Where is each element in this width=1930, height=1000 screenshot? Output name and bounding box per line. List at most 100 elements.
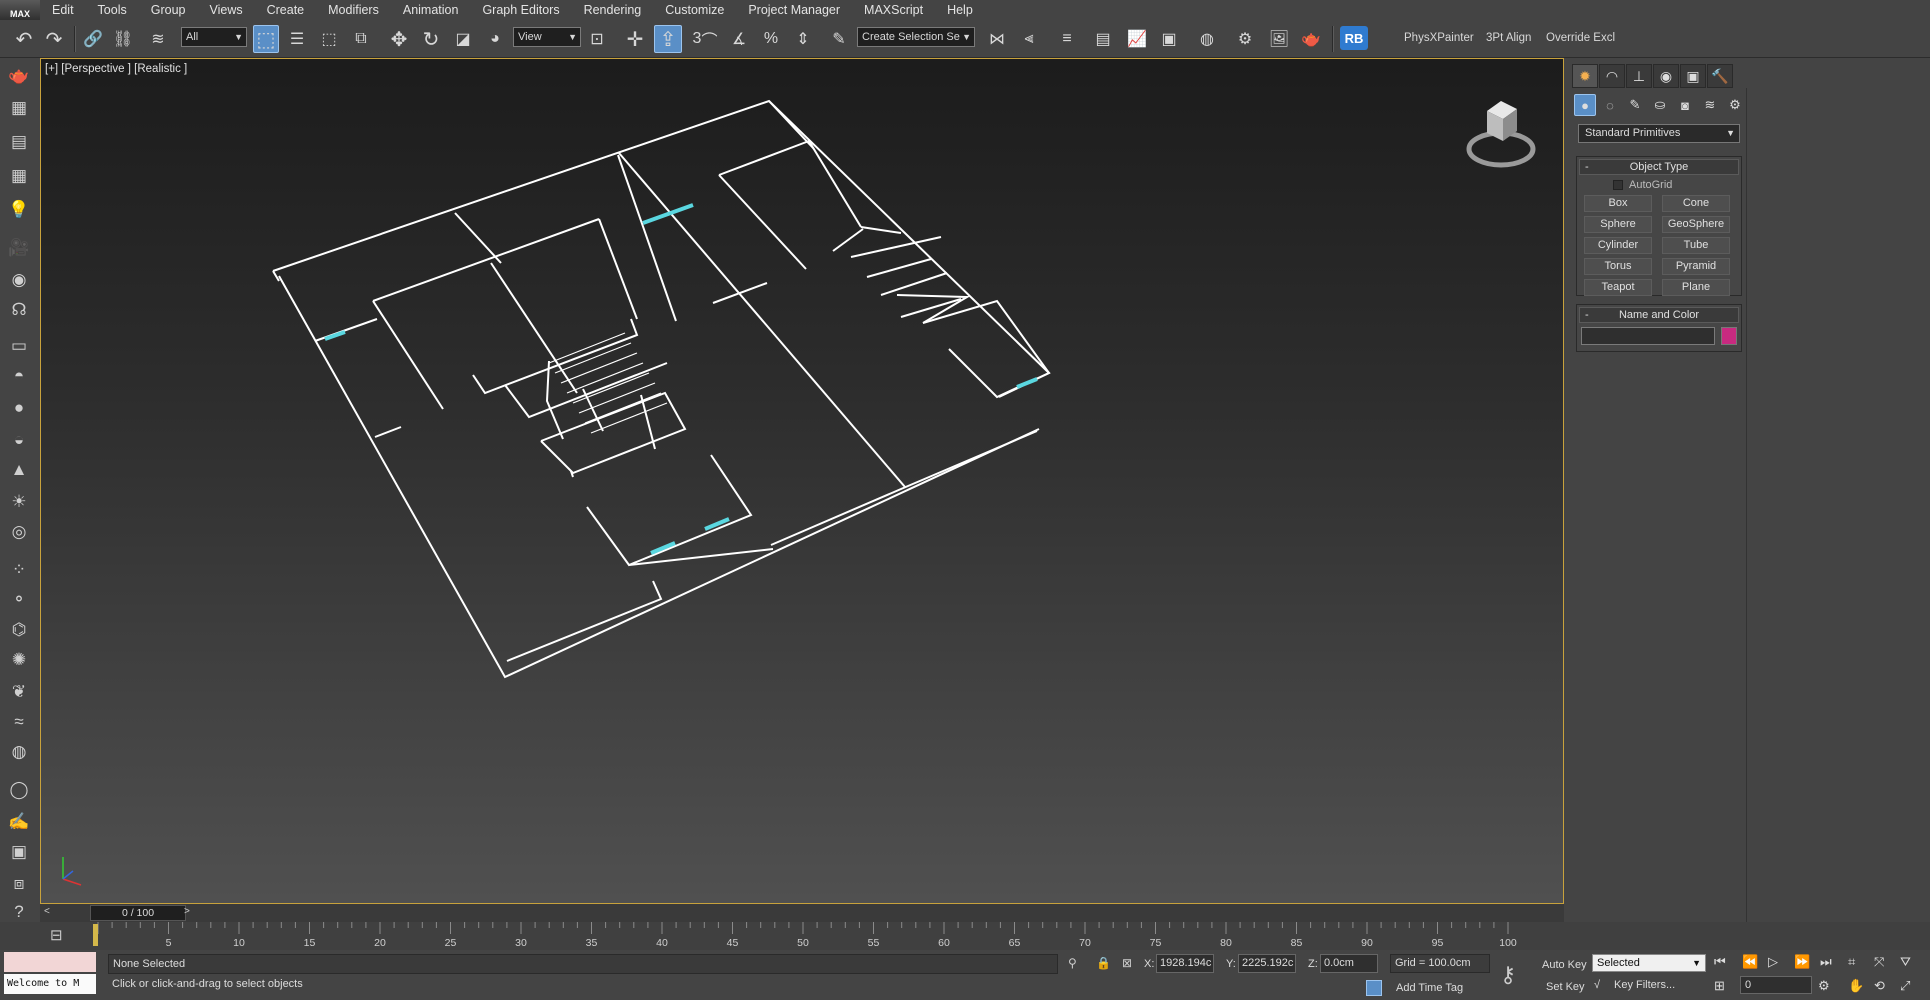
window-crossing-icon[interactable]: ⧉: [348, 25, 374, 53]
pyramid-button[interactable]: Pyramid: [1662, 258, 1730, 275]
wall-line[interactable]: [640, 394, 656, 450]
gear-ball-icon[interactable]: ✺: [6, 648, 32, 672]
table-icon[interactable]: ▦: [6, 164, 32, 188]
pivot-center-icon[interactable]: ⊡: [584, 25, 610, 53]
grid-dots-icon[interactable]: ⁘: [6, 558, 32, 582]
auto-key-button[interactable]: Auto Key: [1542, 956, 1587, 974]
wall-line[interactable]: [372, 300, 444, 410]
maxscript-listener-output[interactable]: Welcome to M: [4, 974, 96, 994]
menu-customize[interactable]: Customize: [653, 0, 736, 20]
window-mark[interactable]: [704, 517, 730, 531]
menu-views[interactable]: Views: [197, 0, 254, 20]
3pt-align-button[interactable]: 3Pt Align: [1486, 32, 1531, 44]
display-tab-icon[interactable]: ▣: [1680, 64, 1706, 88]
maximize-viewport-icon[interactable]: ⤢: [1900, 978, 1910, 994]
helpers-icon[interactable]: ◙: [1674, 94, 1696, 116]
window-mark[interactable]: [642, 203, 694, 225]
wall-line[interactable]: [504, 362, 668, 419]
modify-tab-icon[interactable]: ◠: [1599, 64, 1625, 88]
key-curve-icon[interactable]: √: [1594, 976, 1600, 994]
time-slider-prev-icon[interactable]: <: [44, 906, 50, 917]
menu-help[interactable]: Help: [935, 0, 985, 20]
menu-graph-editors[interactable]: Graph Editors: [470, 0, 571, 20]
wall-line[interactable]: [278, 275, 1040, 679]
sphere-icon[interactable]: ●: [6, 396, 32, 420]
hemisphere-icon[interactable]: ◓: [6, 364, 32, 388]
character-icon[interactable]: ☊: [6, 298, 32, 322]
unlink-icon[interactable]: ⛓: [110, 25, 136, 53]
physx-painter-button[interactable]: PhysXPainter: [1404, 32, 1474, 44]
object-category-select[interactable]: Standard Primitives ▼: [1578, 124, 1740, 143]
floor-plan-drawing[interactable]: [41, 59, 1564, 904]
menu-tools[interactable]: Tools: [86, 0, 139, 20]
time-tag-icon[interactable]: [1366, 980, 1382, 996]
shapes-icon[interactable]: ◌: [1599, 94, 1621, 116]
menu-edit[interactable]: Edit: [40, 0, 86, 20]
molecule-icon[interactable]: ⚬: [6, 588, 32, 612]
help-icon[interactable]: ?: [6, 900, 32, 924]
absolute-mode-icon[interactable]: ⊠: [1122, 956, 1132, 970]
export-icon[interactable]: ⧈: [6, 872, 32, 896]
hair-fur-icon[interactable]: ≈: [6, 710, 32, 734]
place-icon[interactable]: ◕: [482, 25, 508, 53]
tube-button[interactable]: Tube: [1662, 237, 1730, 254]
geometry-icon[interactable]: ●: [1574, 94, 1596, 116]
wall-line[interactable]: [454, 212, 502, 264]
pan-view-icon[interactable]: ✋: [1848, 978, 1864, 994]
plane-icon[interactable]: ▭: [6, 334, 32, 358]
undo-icon[interactable]: ↶: [10, 25, 38, 53]
wall-line[interactable]: [506, 580, 663, 662]
track-bar[interactable]: ⊟ 5 10 15 20 25 30 35 40 45 50 55 60 65 70 75 80 85 90 95 1…: [0, 922, 1930, 950]
set-key-icon[interactable]: ⚷: [1500, 962, 1516, 988]
time-config-icon[interactable]: ⚙: [1818, 978, 1830, 994]
teapot-button[interactable]: Teapot: [1584, 279, 1652, 296]
align-icon[interactable]: ⫷: [1016, 25, 1042, 53]
key-mode-select[interactable]: Selected ▼: [1592, 954, 1706, 972]
hierarchy-tab-icon[interactable]: ⊥: [1626, 64, 1652, 88]
wall-line[interactable]: [272, 270, 280, 282]
wall-line[interactable]: [718, 174, 807, 270]
spacewarps-icon[interactable]: ≋: [1699, 94, 1721, 116]
layer-manager-icon[interactable]: ≡: [1054, 25, 1080, 53]
go-to-start-icon[interactable]: ⏮: [1714, 954, 1726, 970]
menu-group[interactable]: Group: [139, 0, 198, 20]
zoom-all-icon[interactable]: ⤧: [1874, 954, 1884, 970]
lock-selection-icon[interactable]: 🔒: [1096, 956, 1111, 970]
isolate-icon[interactable]: ⚲: [1068, 956, 1077, 970]
x-coordinate-field[interactable]: 1928.194c: [1156, 954, 1214, 973]
current-frame-input[interactable]: 0: [1740, 976, 1812, 994]
reference-coordinate-select[interactable]: View ▼: [513, 27, 581, 47]
app-logo[interactable]: MAX: [0, 0, 40, 20]
go-to-end-icon[interactable]: ⏭: [1820, 954, 1832, 970]
viewcube-icon[interactable]: [1461, 89, 1541, 179]
viewport-label[interactable]: [+] [Perspective ] [Realistic ]: [45, 63, 187, 75]
wall-line[interactable]: [617, 154, 677, 322]
current-frame-marker[interactable]: [93, 924, 98, 946]
bind-spacewarp-icon[interactable]: ≋: [144, 25, 172, 53]
utilities-tab-icon[interactable]: 🔨: [1707, 64, 1733, 88]
globe-icon[interactable]: ◯: [6, 778, 32, 802]
material-icon[interactable]: ▣: [6, 840, 32, 864]
menu-animation[interactable]: Animation: [391, 0, 471, 20]
wall-line[interactable]: [770, 430, 1038, 546]
script-icon[interactable]: ✍: [6, 810, 32, 834]
motion-tab-icon[interactable]: ◉: [1653, 64, 1679, 88]
structure-icon[interactable]: ⌬: [6, 618, 32, 642]
selection-filter-select[interactable]: All ▼: [181, 27, 247, 47]
wall-line[interactable]: [598, 218, 638, 320]
time-slider[interactable]: < 0 / 100 >: [40, 904, 1564, 922]
snaps-toggle-icon[interactable]: 3 ⌒: [692, 25, 718, 53]
torus-button[interactable]: Torus: [1584, 258, 1652, 275]
wall-line[interactable]: [372, 218, 600, 302]
plant-icon[interactable]: ❦: [6, 680, 32, 704]
material-editor-icon[interactable]: ◍: [1194, 25, 1220, 53]
wall-line[interactable]: [860, 226, 902, 234]
render-setup-icon[interactable]: ⚙: [1232, 25, 1258, 53]
spinner-snap-icon[interactable]: ⇕: [790, 25, 816, 53]
add-time-tag-button[interactable]: Add Time Tag: [1396, 982, 1463, 994]
mirror-icon[interactable]: ⋈: [984, 25, 1010, 53]
named-selection-set-input[interactable]: Create Selection Se ▼: [857, 27, 975, 47]
light-bulb-icon[interactable]: 💡: [6, 198, 32, 222]
name-and-color-header[interactable]: - Name and Color: [1579, 307, 1739, 323]
lights-icon[interactable]: ✎: [1624, 94, 1646, 116]
